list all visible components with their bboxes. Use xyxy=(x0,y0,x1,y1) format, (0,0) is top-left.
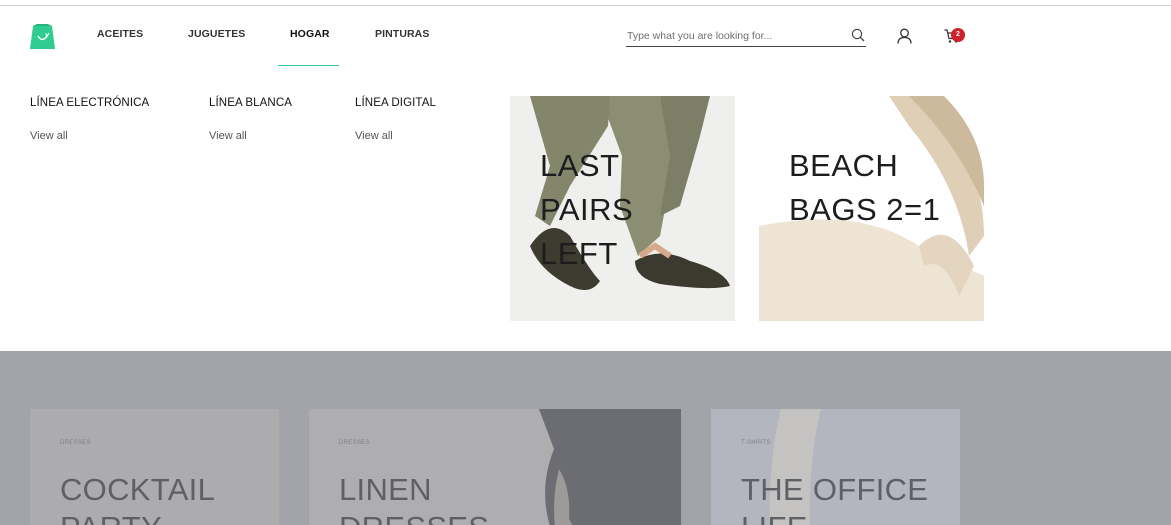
category-linea-electronica: LÍNEA ELECTRÓNICA View all xyxy=(30,97,149,142)
card-title-line: THE OFFICE xyxy=(741,472,929,507)
search-bar xyxy=(626,26,866,47)
category-linea-blanca: LÍNEA BLANCA View all xyxy=(209,97,292,142)
view-all-link[interactable]: View all xyxy=(30,130,149,142)
card-title-line: COCKTAIL xyxy=(60,472,216,507)
promo-banner-beach-bags[interactable]: BEACH BAGS 2=1 xyxy=(759,96,984,321)
card-title: COCKTAIL PARTY xyxy=(60,471,215,525)
view-all-link[interactable]: View all xyxy=(209,130,292,142)
shopping-bag-logo-icon[interactable] xyxy=(30,23,55,49)
promo-line: PAIRS xyxy=(540,192,634,227)
card-title-line: DRESSES xyxy=(339,509,489,525)
cart-count-badge: 2 xyxy=(951,28,965,42)
nav-item-juguetes[interactable]: JUGUETES xyxy=(188,28,245,40)
card-title: LINEN DRESSES xyxy=(339,471,489,525)
view-all-link[interactable]: View all xyxy=(355,130,436,142)
category-card: DRESSES LINEN DRESSES xyxy=(309,409,681,525)
card-title-line: LIFE xyxy=(741,509,928,525)
nav-item-hogar[interactable]: HOGAR xyxy=(290,28,330,40)
site-header: ACEITES JUGUETES HOGAR PINTURAS 2 LÍNEA … xyxy=(0,6,1171,351)
card-title-line: LINEN xyxy=(339,472,432,507)
card-title: THE OFFICE LIFE xyxy=(741,471,928,525)
card-subtitle: T-SHIRTS xyxy=(741,440,771,446)
category-card: DRESSES COCKTAIL PARTY xyxy=(30,409,279,525)
page-overlay[interactable]: DRESSES COCKTAIL PARTY DRESSES LINEN DRE… xyxy=(0,351,1171,525)
active-nav-indicator xyxy=(278,65,339,66)
search-icon[interactable] xyxy=(851,28,865,42)
promo-line: LEFT xyxy=(540,236,618,271)
card-subtitle: DRESSES xyxy=(60,440,91,446)
category-linea-digital: LÍNEA DIGITAL View all xyxy=(355,97,436,142)
category-title[interactable]: LÍNEA ELECTRÓNICA xyxy=(30,97,149,109)
promo-banner-sandals[interactable]: LAST PAIRS LEFT xyxy=(510,96,735,321)
promo-line: LAST xyxy=(540,148,620,183)
nav-item-pinturas[interactable]: PINTURAS xyxy=(375,28,429,40)
category-title[interactable]: LÍNEA BLANCA xyxy=(209,97,292,109)
search-input[interactable] xyxy=(626,27,841,45)
promo-line: BEACH xyxy=(789,148,899,183)
promo-text: BEACH BAGS 2=1 xyxy=(789,144,940,232)
user-account-icon[interactable] xyxy=(897,28,912,44)
category-card: T-SHIRTS THE OFFICE LIFE xyxy=(711,409,960,525)
nav-item-aceites[interactable]: ACEITES xyxy=(97,28,143,40)
card-title-line: PARTY xyxy=(60,509,215,525)
promo-text: LAST PAIRS LEFT xyxy=(540,144,633,276)
card-subtitle: DRESSES xyxy=(339,440,370,446)
category-title[interactable]: LÍNEA DIGITAL xyxy=(355,97,436,109)
promo-line: BAGS 2=1 xyxy=(789,192,941,227)
